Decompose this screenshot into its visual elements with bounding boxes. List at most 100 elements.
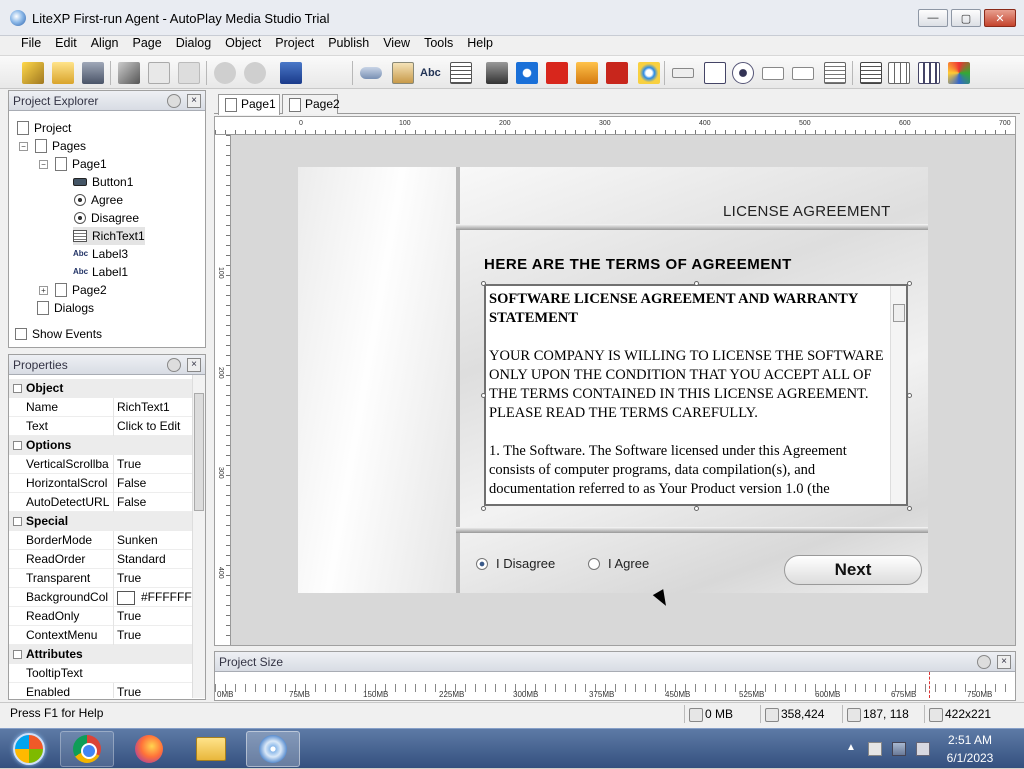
web-object-icon[interactable] xyxy=(638,62,660,84)
scroll-thumb[interactable] xyxy=(893,304,905,322)
tree-node-button1[interactable]: Button1 xyxy=(73,173,133,191)
progress-object-icon[interactable] xyxy=(918,62,940,84)
disagree-radio[interactable]: I Disagree xyxy=(476,556,555,571)
maximize-button[interactable]: ▢ xyxy=(951,9,981,27)
background-color-value[interactable]: #FFFFFF xyxy=(113,588,193,607)
category-special[interactable]: Special xyxy=(9,512,192,531)
radio-selected-icon[interactable] xyxy=(476,557,488,570)
textbox-object-icon[interactable] xyxy=(762,67,784,80)
cut-icon[interactable] xyxy=(118,62,140,84)
taskbar-explorer[interactable] xyxy=(184,731,238,767)
resize-handle[interactable] xyxy=(481,281,486,286)
taskbar-chrome[interactable] xyxy=(60,731,114,767)
slideshow-object-icon[interactable] xyxy=(576,62,598,84)
image-object-icon[interactable] xyxy=(392,62,414,84)
category-object[interactable]: Object xyxy=(9,379,192,398)
menu-dialog[interactable]: Dialog xyxy=(169,33,218,53)
tab-page2[interactable]: Page2 xyxy=(282,94,340,114)
property-row[interactable]: HorizontalScrol False xyxy=(9,474,192,493)
pin-icon[interactable] xyxy=(167,358,181,372)
property-row[interactable]: Text Click to Edit xyxy=(9,417,192,436)
flash-object-icon[interactable] xyxy=(546,62,568,84)
tree-node-richtext1[interactable]: RichText1 xyxy=(73,227,145,245)
resize-handle[interactable] xyxy=(907,393,912,398)
radio-object-icon[interactable] xyxy=(732,62,754,84)
pin-icon[interactable] xyxy=(977,655,991,669)
quicktime-object-icon[interactable] xyxy=(516,62,538,84)
expand-icon[interactable]: + xyxy=(39,286,48,295)
show-events-checkbox[interactable]: Show Events xyxy=(15,327,102,341)
property-row[interactable]: ReadOnly True xyxy=(9,607,192,626)
category-options[interactable]: Options xyxy=(9,436,192,455)
video-object-icon[interactable] xyxy=(486,62,508,84)
richtext-scrollbar[interactable] xyxy=(890,286,906,504)
tree-node-agree[interactable]: Agree xyxy=(74,191,123,209)
menu-align[interactable]: Align xyxy=(84,33,126,53)
menu-page[interactable]: Page xyxy=(126,33,169,53)
tray-expand-icon[interactable]: ▲ xyxy=(846,742,860,756)
input-object-icon[interactable] xyxy=(672,68,694,78)
menu-edit[interactable]: Edit xyxy=(48,33,84,53)
properties-scrollbar[interactable] xyxy=(192,375,205,698)
start-button[interactable] xyxy=(2,731,56,767)
terms-heading-label[interactable]: HERE ARE THE TERMS OF AGREEMENT xyxy=(484,256,792,273)
menu-help[interactable]: Help xyxy=(460,33,500,53)
radio-unselected-icon[interactable] xyxy=(588,557,600,570)
open-folder-icon[interactable] xyxy=(52,62,74,84)
clock-time[interactable]: 2:51 AM xyxy=(934,733,1006,747)
collapse-icon[interactable]: − xyxy=(19,142,28,151)
property-row[interactable]: ContextMenu True xyxy=(9,626,192,645)
panel-close-icon[interactable]: × xyxy=(187,358,201,372)
grid-object-icon[interactable] xyxy=(888,62,910,84)
pdf-object-icon[interactable] xyxy=(606,62,628,84)
label-object-icon[interactable]: Abc xyxy=(420,62,446,84)
license-richtext[interactable]: SOFTWARE LICENSE AGREEMENT AND WARRANTY … xyxy=(484,284,908,506)
category-attributes[interactable]: Attributes xyxy=(9,645,192,664)
close-button[interactable]: ✕ xyxy=(984,9,1016,27)
property-row[interactable]: Enabled True xyxy=(9,683,192,698)
color-swatch[interactable] xyxy=(117,590,135,605)
save-icon[interactable] xyxy=(82,62,104,84)
tab-page1[interactable]: Page1 xyxy=(218,94,280,115)
menu-tools[interactable]: Tools xyxy=(417,33,460,53)
property-row[interactable]: Name RichText1 xyxy=(9,398,192,417)
menu-view[interactable]: View xyxy=(376,33,417,53)
tree-node-disagree[interactable]: Disagree xyxy=(74,209,139,227)
menu-project[interactable]: Project xyxy=(268,33,321,53)
combobox-object-icon[interactable] xyxy=(792,67,814,80)
menu-publish[interactable]: Publish xyxy=(321,33,376,53)
property-row[interactable]: ReadOrder Standard xyxy=(9,550,192,569)
property-row[interactable]: AutoDetectURL False xyxy=(9,493,192,512)
paste-icon[interactable] xyxy=(178,62,200,84)
tree-node-dialogs[interactable]: Dialogs xyxy=(37,299,94,317)
property-row[interactable]: VerticalScrollba True xyxy=(9,455,192,474)
listbox-object-icon[interactable] xyxy=(824,62,846,84)
tree-node-page2[interactable]: Page2 xyxy=(55,281,107,299)
property-row[interactable]: Transparent True xyxy=(9,569,192,588)
checkbox-box[interactable] xyxy=(15,328,27,340)
redo-icon[interactable] xyxy=(244,62,266,84)
tree-node-page1[interactable]: Page1 xyxy=(55,155,107,173)
clock-date[interactable]: 6/1/2023 xyxy=(934,751,1006,765)
tree-node-project[interactable]: Project xyxy=(17,119,71,137)
tree-node-label3[interactable]: Abc Label3 xyxy=(73,245,128,263)
tree-object-icon[interactable] xyxy=(860,62,882,84)
property-row[interactable]: TooltipText xyxy=(9,664,192,683)
resize-handle[interactable] xyxy=(907,506,912,511)
scroll-thumb[interactable] xyxy=(194,393,204,511)
taskbar-firefox[interactable] xyxy=(122,731,176,767)
undo-icon[interactable] xyxy=(214,62,236,84)
pin-icon[interactable] xyxy=(167,94,181,108)
resize-handle[interactable] xyxy=(481,506,486,511)
minimize-button[interactable]: — xyxy=(918,9,948,27)
collapse-icon[interactable]: − xyxy=(39,160,48,169)
wand-icon[interactable] xyxy=(22,62,44,84)
resize-handle[interactable] xyxy=(481,393,486,398)
copy-icon[interactable] xyxy=(148,62,170,84)
plugin-object-icon[interactable] xyxy=(948,62,970,84)
panel-close-icon[interactable]: × xyxy=(997,655,1011,669)
network-icon[interactable] xyxy=(892,742,906,756)
property-row[interactable]: BackgroundCol #FFFFFF xyxy=(9,588,192,607)
preview-icon[interactable] xyxy=(280,62,302,84)
paragraph-object-icon[interactable] xyxy=(450,62,472,84)
